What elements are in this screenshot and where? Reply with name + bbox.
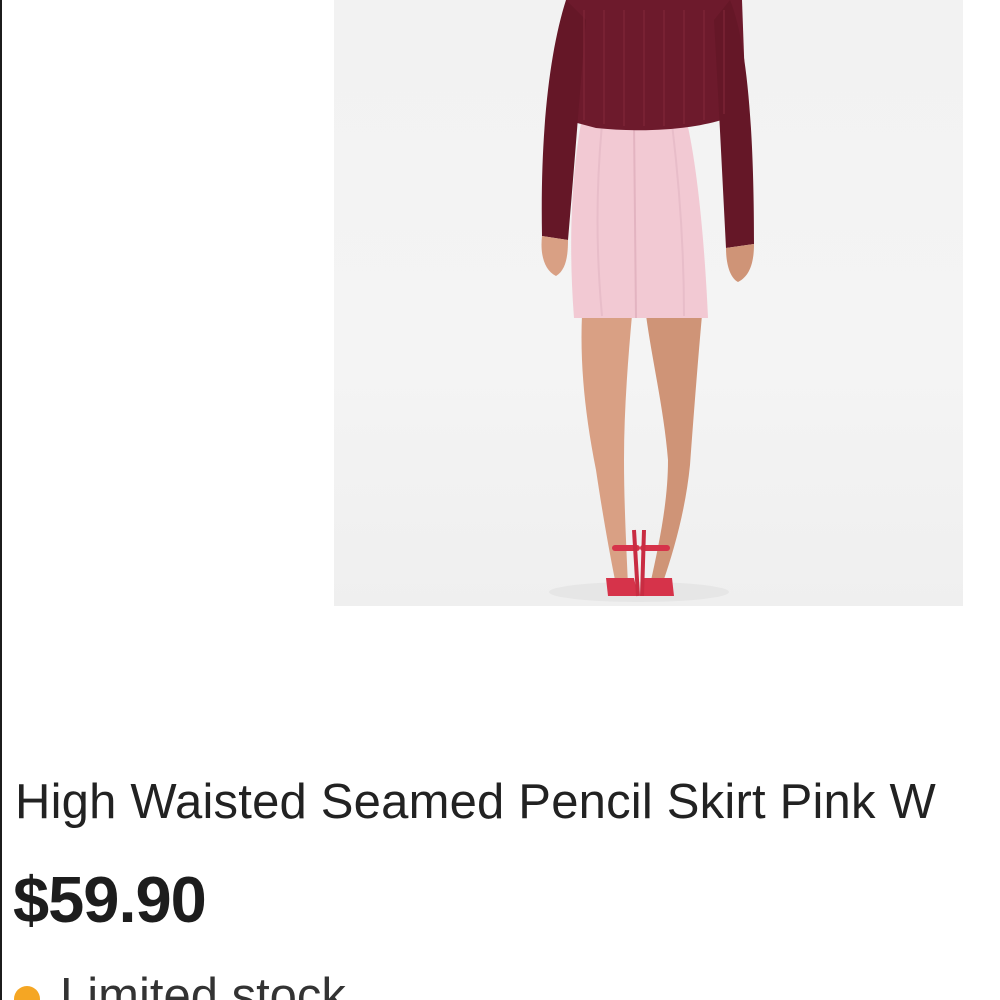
stock-indicator-dot xyxy=(14,986,40,1000)
product-price: $59.90 xyxy=(13,863,207,936)
left-hand xyxy=(541,236,568,276)
product-image[interactable] xyxy=(334,0,963,606)
product-page: High Waisted Seamed Pencil Skirt Pink W … xyxy=(0,0,1000,1000)
right-hand xyxy=(726,244,754,282)
product-photo-illustration xyxy=(541,0,754,602)
product-title[interactable]: High Waisted Seamed Pencil Skirt Pink W xyxy=(15,772,936,832)
sweater-right-sleeve xyxy=(714,0,754,248)
right-leg xyxy=(646,315,702,585)
page-edge-divider xyxy=(0,0,2,1000)
skirt xyxy=(571,118,708,318)
left-leg xyxy=(581,315,632,585)
stock-status-label: Limited stock xyxy=(60,969,346,1000)
